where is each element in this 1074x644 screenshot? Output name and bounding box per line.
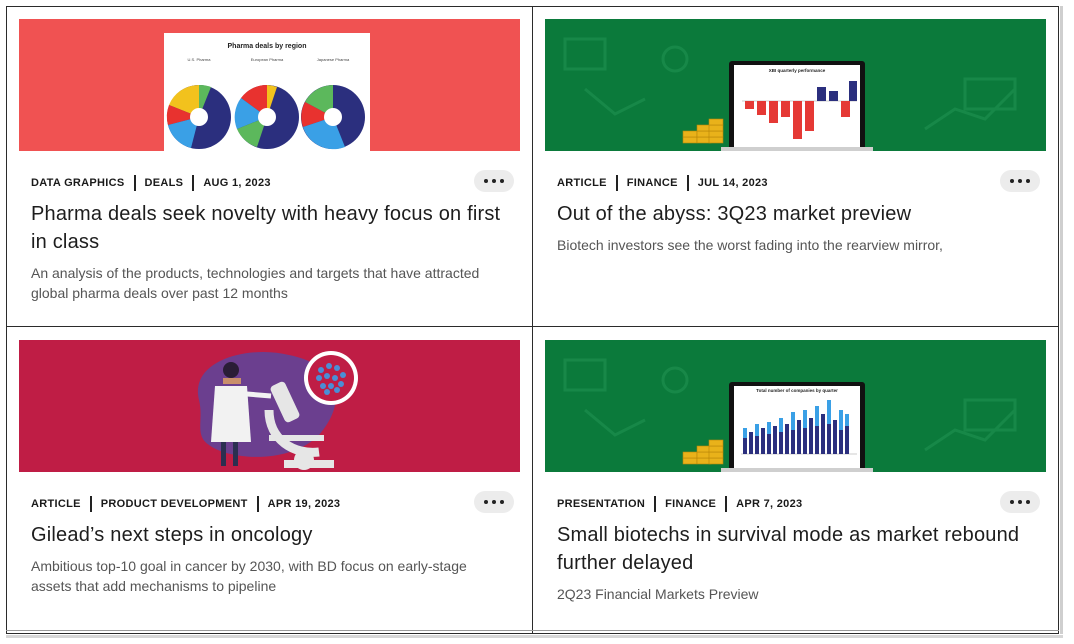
more-horizontal-icon — [1010, 500, 1014, 504]
meta-separator — [256, 496, 259, 512]
meta-separator — [725, 496, 728, 512]
card-title[interactable]: Pharma deals seek novelty with heavy foc… — [31, 200, 511, 256]
region-label: U.S. Pharma — [188, 57, 212, 62]
meta-separator — [686, 175, 689, 191]
region-label: European Pharma — [251, 57, 284, 62]
dot — [492, 179, 496, 183]
laptop-chart-title: Total number of companies by quarter — [756, 388, 838, 393]
dot — [1026, 500, 1030, 504]
article-card[interactable]: Pharma deals by region U.S. Pharma Europ… — [19, 19, 520, 319]
card-description: 2Q23 Financial Markets Preview — [557, 586, 759, 602]
category-tag[interactable]: ARTICLE — [31, 498, 81, 510]
topic-tag[interactable]: PRODUCT DEVELOPMENT — [101, 498, 248, 510]
dot — [500, 179, 504, 183]
right-shadow — [1060, 6, 1063, 634]
more-options-button[interactable] — [1000, 170, 1040, 192]
meta-separator — [192, 175, 195, 191]
dot — [492, 500, 496, 504]
dot — [500, 500, 504, 504]
laptop-chart-title: XBI quarterly performance — [769, 68, 826, 73]
card-description: Biotech investors see the worst fading i… — [557, 237, 943, 253]
more-options-button[interactable] — [474, 491, 514, 513]
card-description: An analysis of the products, technologie… — [31, 265, 480, 301]
meta-separator — [615, 175, 618, 191]
card-title[interactable]: Small biotechs in survival mode as marke… — [557, 521, 1037, 577]
topic-tag[interactable]: DEALS — [145, 177, 184, 189]
more-horizontal-icon — [484, 179, 488, 183]
category-tag[interactable]: PRESENTATION — [557, 498, 645, 510]
more-horizontal-icon — [484, 500, 488, 504]
card-thumbnail[interactable]: Pharma deals by region U.S. Pharma Europ… — [19, 19, 520, 151]
more-options-button[interactable] — [474, 170, 514, 192]
meta-separator — [654, 496, 657, 512]
card-meta: ARTICLE PRODUCT DEVELOPMENT APR 19, 2023 — [31, 496, 340, 512]
card-meta: ARTICLE FINANCE JUL 14, 2023 — [557, 175, 768, 191]
more-options-button[interactable] — [1000, 491, 1040, 513]
card-title[interactable]: Gilead’s next steps in oncology — [31, 521, 511, 549]
article-card[interactable]: XBI quarterly performance ARTICLE FINANC… — [545, 19, 1046, 319]
bottom-shadow — [6, 635, 1063, 638]
article-card[interactable]: ARTICLE PRODUCT DEVELOPMENT APR 19, 2023… — [19, 340, 520, 630]
meta-separator — [89, 496, 92, 512]
card-meta: PRESENTATION FINANCE APR 7, 2023 — [557, 496, 802, 512]
bottom-divider — [6, 630, 1059, 631]
topic-tag[interactable]: FINANCE — [627, 177, 678, 189]
date-label: APR 19, 2023 — [267, 498, 341, 510]
dot — [1018, 500, 1022, 504]
card-description: Ambitious top-10 goal in cancer by 2030,… — [31, 558, 467, 594]
dot — [1026, 179, 1030, 183]
card-thumbnail[interactable] — [19, 340, 520, 472]
pie-chart-title: Pharma deals by region — [228, 43, 307, 50]
category-tag[interactable]: ARTICLE — [557, 177, 607, 189]
pharma-deals-chart-image: Pharma deals by region U.S. Pharma Europ… — [19, 19, 520, 151]
meta-separator — [133, 175, 136, 191]
card-thumbnail[interactable]: XBI quarterly performance — [545, 19, 1046, 151]
card-title[interactable]: Out of the abyss: 3Q23 market preview — [557, 200, 1037, 228]
card-thumbnail[interactable]: Total number of companies by quarter — [545, 340, 1046, 472]
category-tag[interactable]: DATA GRAPHICS — [31, 177, 125, 189]
column-divider — [532, 6, 533, 634]
scientist-microscope-image — [19, 340, 520, 472]
dot — [1018, 179, 1022, 183]
region-label: Japanese Pharma — [317, 57, 350, 62]
date-label: AUG 1, 2023 — [203, 177, 271, 189]
market-chart-image: XBI quarterly performance — [545, 19, 1046, 151]
date-label: JUL 14, 2023 — [697, 177, 768, 189]
card-meta: DATA GRAPHICS DEALS AUG 1, 2023 — [31, 175, 271, 191]
row-divider — [6, 326, 1059, 327]
date-label: APR 7, 2023 — [736, 498, 803, 510]
more-horizontal-icon — [1010, 179, 1014, 183]
article-card[interactable]: Total number of companies by quarter PRE… — [545, 340, 1046, 630]
companies-chart-image: Total number of companies by quarter — [545, 340, 1046, 472]
topic-tag[interactable]: FINANCE — [665, 498, 716, 510]
